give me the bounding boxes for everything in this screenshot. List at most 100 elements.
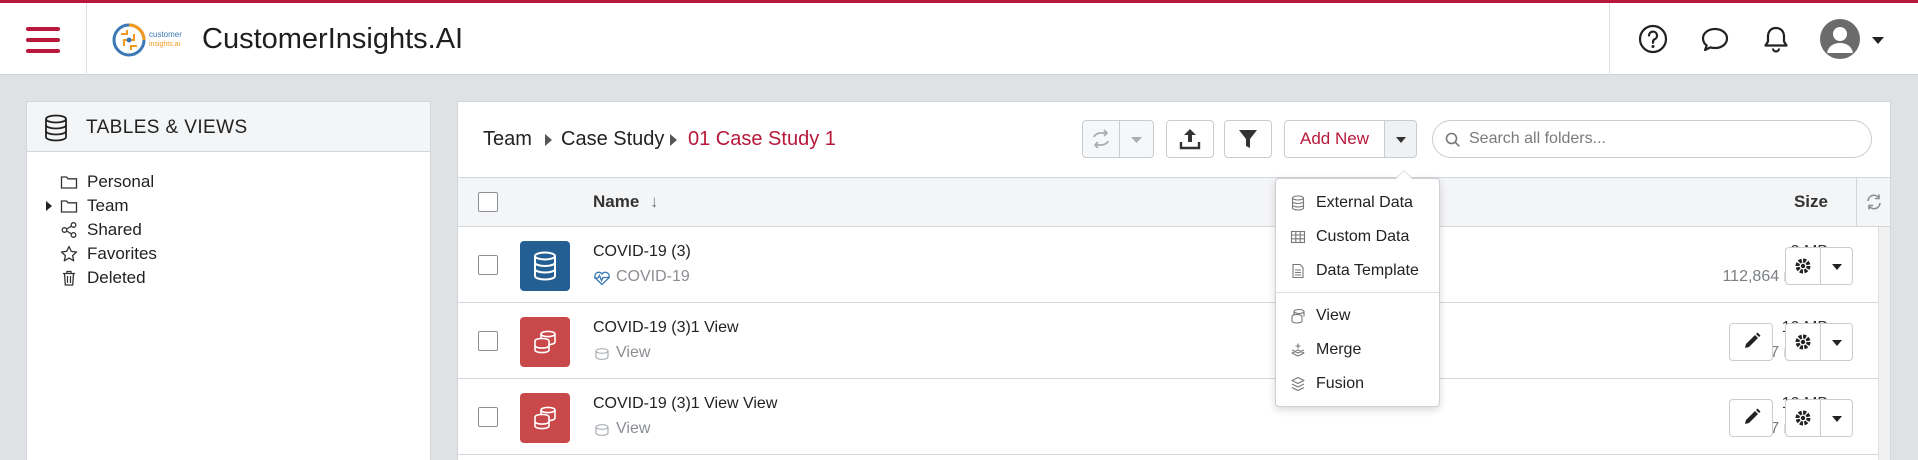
edit-button[interactable] [1729,323,1773,361]
search-input[interactable] [1469,127,1859,151]
divider [86,3,87,75]
top-bar: customer insights.ai CustomerInsights.AI [0,0,1918,75]
sync-icon [1093,129,1109,149]
row-name[interactable]: COVID-19 (3)1 View View [593,395,777,413]
settings-button[interactable] [1785,247,1821,285]
menu-item-external-data[interactable]: External Data [1276,188,1439,218]
pencil-icon [1745,332,1761,348]
row-source: View [616,420,651,437]
table-type-tile[interactable] [520,241,570,291]
menu-item-merge[interactable]: Merge [1276,335,1439,365]
tree-item-shared[interactable]: Shared [27,218,430,242]
menu-item-custom-data[interactable]: Custom Data [1276,222,1439,252]
table-row[interactable]: COVID-19 (3) COVID-19 3 MB 112,864 row(s… [458,227,1890,303]
tree-item-label: Favorites [87,244,157,263]
row-checkbox[interactable] [478,255,498,275]
row-source: COVID-19 [616,268,690,285]
tables-views-panel: TABLES & VIEWS Personal Team Shared Favo… [26,101,431,460]
add-new-button[interactable]: Add New [1284,120,1385,158]
tree-item-favorites[interactable]: Favorites [27,242,430,266]
settings-button[interactable] [1785,323,1821,361]
breadcrumb-separator-icon [545,134,552,146]
table-row[interactable]: COVID-19 (3)1 View View View 10 MB 7 row… [458,379,1890,455]
menu-item-label: External Data [1316,194,1413,211]
menu-item-label: Custom Data [1316,228,1410,245]
user-menu-caret-icon[interactable] [1872,37,1884,44]
main-panel: Team Case Study 01 Case Study 1 Add New … [457,101,1891,460]
pencil-icon [1745,408,1761,424]
breadcrumb-team[interactable]: Team [483,128,532,151]
breadcrumb-current: 01 Case Study 1 [688,128,836,150]
settings-dropdown-button[interactable] [1820,399,1853,437]
view-stack-icon [534,330,556,354]
column-header-size[interactable]: Size [1628,192,1828,212]
help-icon[interactable] [1637,23,1669,55]
row-name[interactable]: COVID-19 (3)1 View [593,319,739,337]
gear-icon [1795,334,1811,350]
view-type-tile[interactable] [520,317,570,367]
notification-bell-icon[interactable] [1760,23,1792,55]
column-header-name[interactable]: Name ↓ [593,192,659,212]
add-new-dropdown-button[interactable] [1384,120,1417,158]
add-new-menu: External Data Custom Data Data Template … [1275,170,1440,407]
row-name[interactable]: COVID-19 (3) [593,243,691,261]
tree-item-team[interactable]: Team [27,194,430,218]
trash-icon [63,270,75,286]
user-avatar[interactable] [1820,19,1860,59]
tree-item-deleted[interactable]: Deleted [27,266,430,290]
expand-caret-icon[interactable] [46,201,52,211]
merge-icon [1291,343,1305,357]
hamburger-menu-icon[interactable] [22,23,60,57]
view-icon [595,424,609,436]
sync-dropdown-button[interactable] [1119,120,1154,158]
settings-button[interactable] [1785,399,1821,437]
edit-button[interactable] [1729,399,1773,437]
table-header: Name ↓ Size [458,177,1890,227]
menu-item-data-template[interactable]: Data Template [1276,256,1439,286]
settings-dropdown-button[interactable] [1820,323,1853,361]
panel-header: TABLES & VIEWS [27,102,430,152]
vertical-scrollbar[interactable] [1878,227,1890,460]
chat-icon[interactable] [1699,23,1731,55]
grid-icon [1290,230,1306,244]
share-icon [61,222,77,238]
panel-title: TABLES & VIEWS [86,117,248,138]
chevron-down-icon [1131,137,1142,143]
menu-item-view[interactable]: View [1276,301,1439,331]
app-title: CustomerInsights.AI [202,23,464,55]
column-label: Name [593,192,640,211]
filter-button[interactable] [1224,120,1272,158]
settings-dropdown-button[interactable] [1820,247,1853,285]
breadcrumb-case-study[interactable]: Case Study [561,128,664,151]
table-row[interactable]: COVID-19 (3)1 View View 10 MB 7 row(s) [458,303,1890,379]
logo-text-2: insights.ai [149,41,181,48]
tree-item-personal[interactable]: Personal [27,170,430,194]
upload-button[interactable] [1166,120,1214,158]
sort-arrow-icon: ↓ [650,192,659,211]
gear-icon [1795,410,1811,426]
menu-item-label: Data Template [1316,262,1419,279]
menu-item-fusion[interactable]: Fusion [1276,369,1439,399]
upload-icon [1179,129,1201,150]
database-icon [534,251,556,281]
breadcrumb-separator-icon [670,134,677,146]
star-icon [60,245,78,262]
refresh-button[interactable] [1856,178,1890,226]
folder-icon [60,200,78,213]
heartbeat-icon [594,271,610,286]
refresh-icon [1867,194,1881,210]
select-all-checkbox[interactable] [478,192,498,212]
tree-item-label: Team [87,196,129,215]
tree-item-label: Deleted [87,268,146,287]
row-checkbox[interactable] [478,407,498,427]
document-icon [1292,263,1304,279]
search-box[interactable] [1432,120,1872,158]
folder-tree: Personal Team Shared Favorites Deleted [27,170,430,290]
row-checkbox[interactable] [478,331,498,351]
logo-text-1: customer [149,30,182,39]
divider [1609,3,1610,75]
menu-item-label: Fusion [1316,375,1365,392]
sync-button[interactable] [1082,120,1120,158]
view-type-tile[interactable] [520,393,570,443]
menu-item-label: Merge [1316,341,1362,358]
